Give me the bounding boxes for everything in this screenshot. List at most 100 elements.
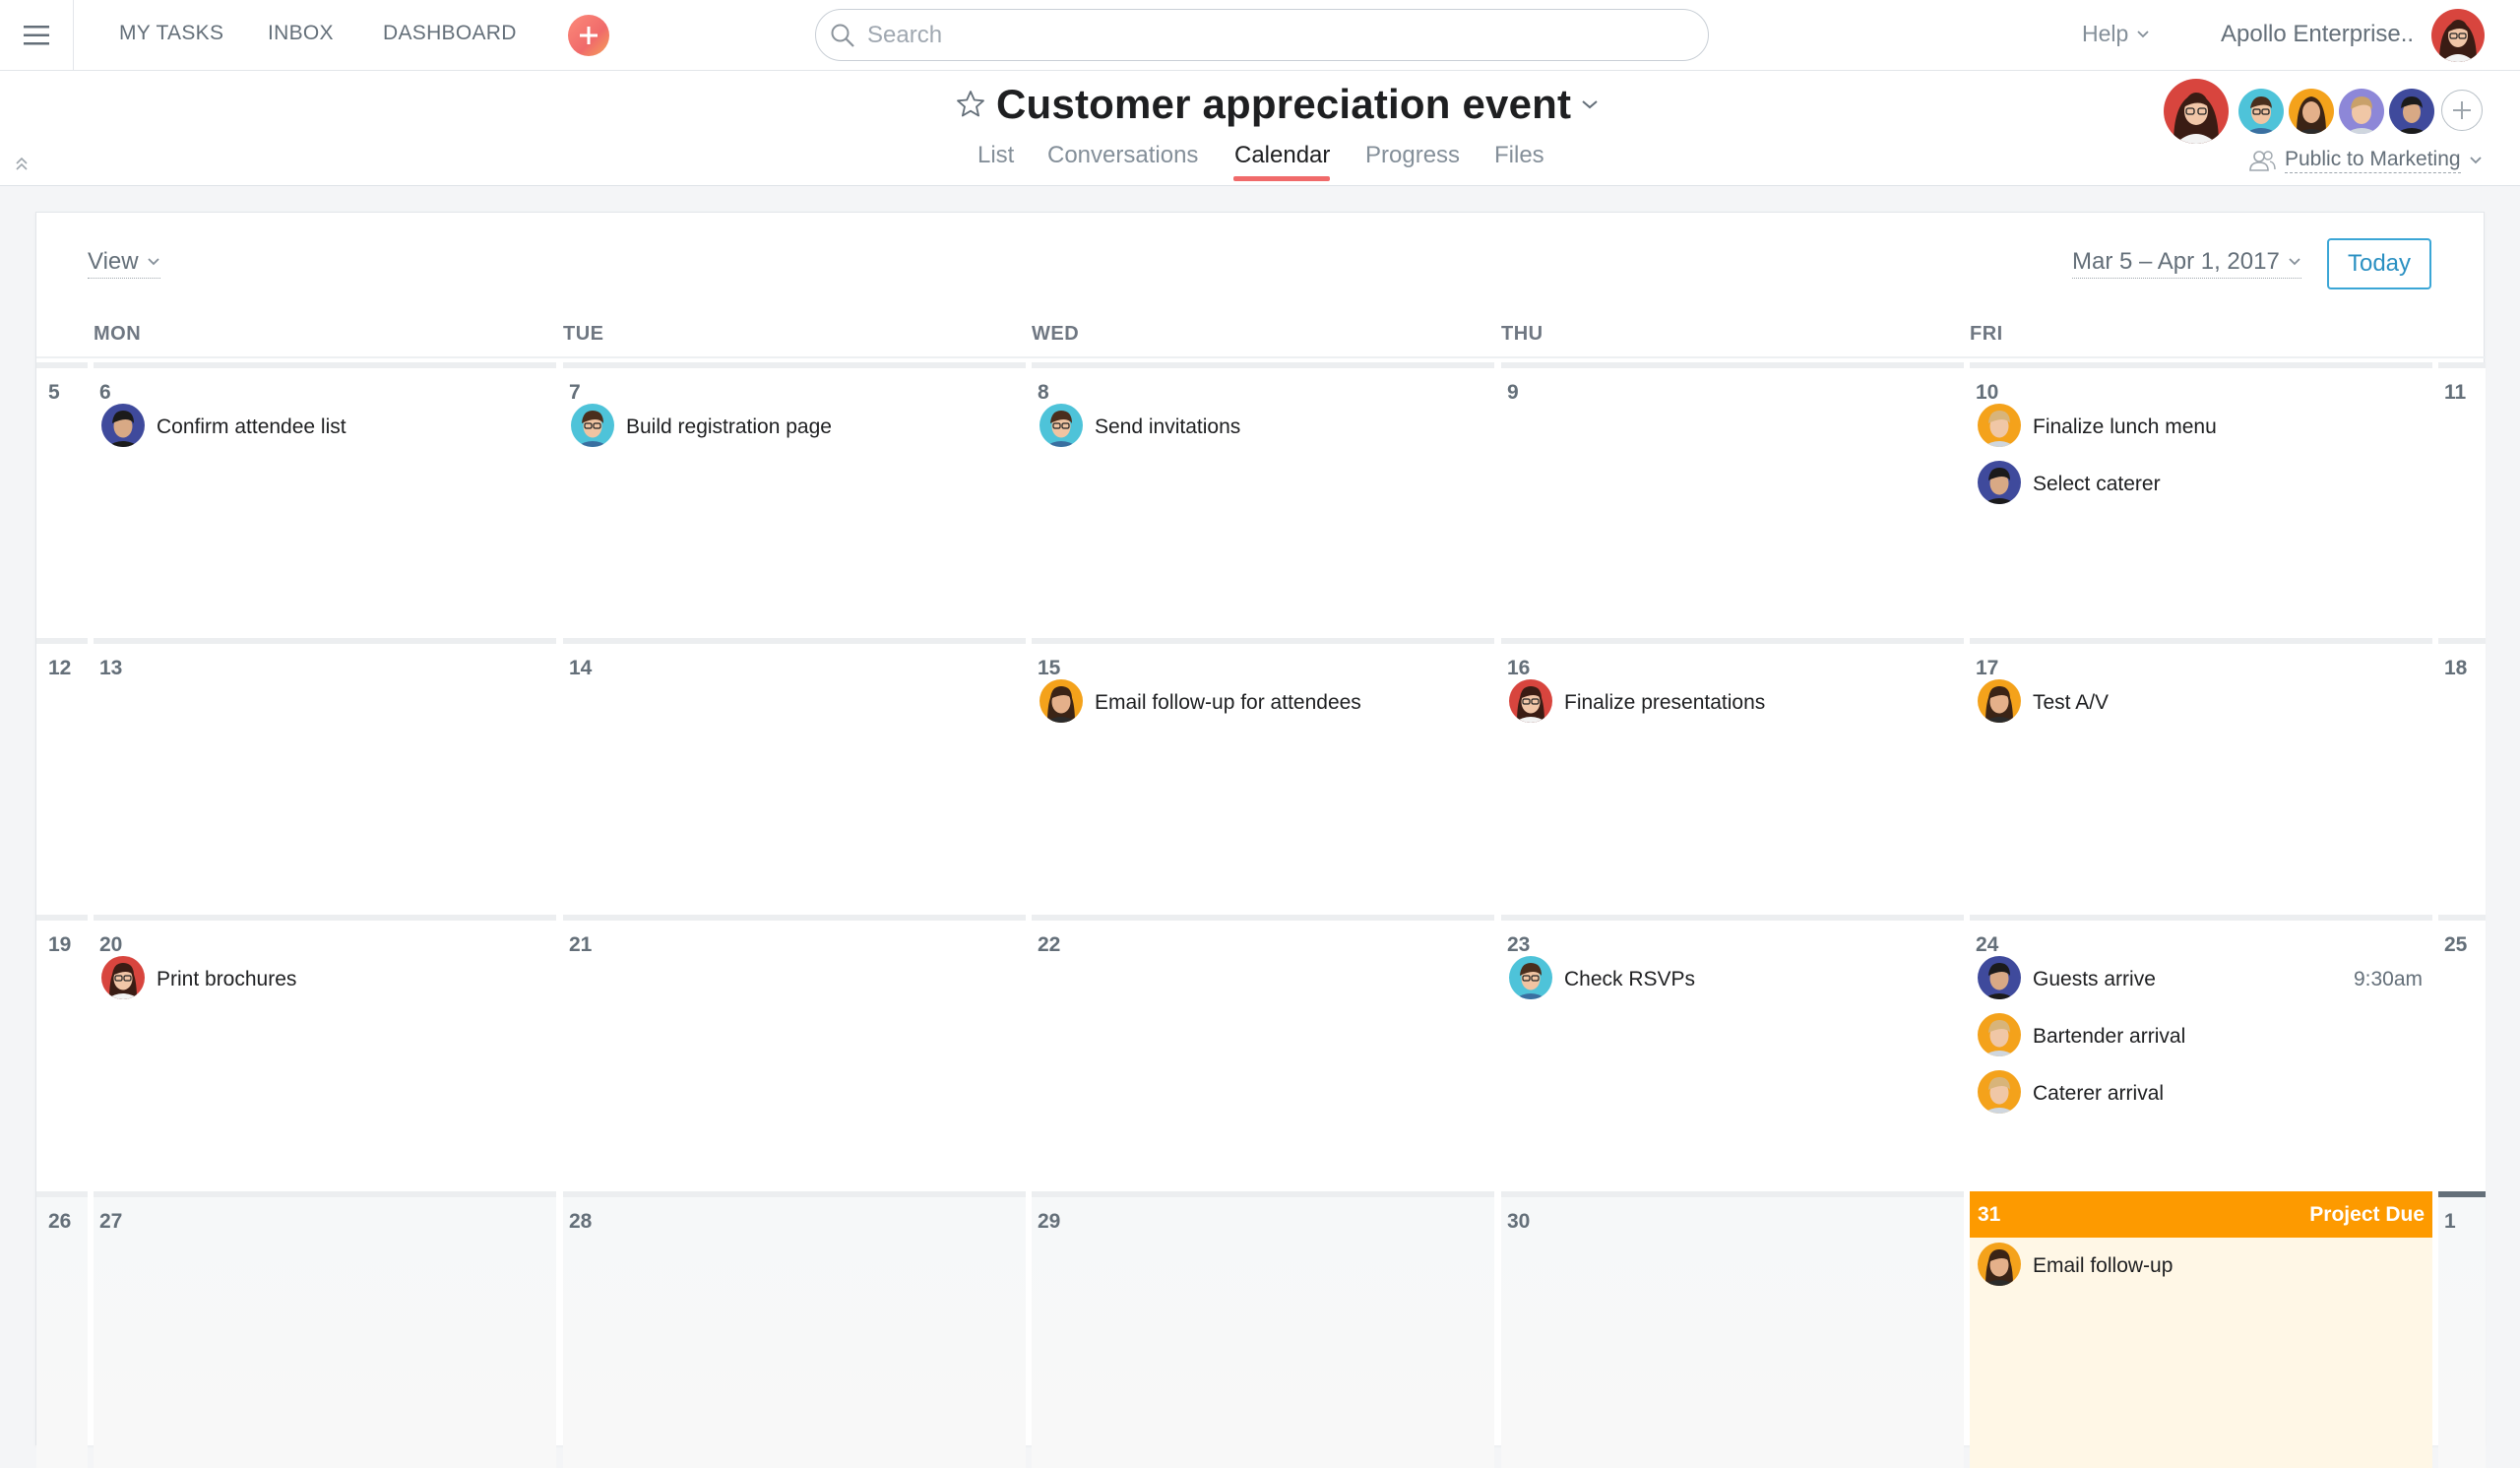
hamburger-icon[interactable] bbox=[0, 0, 74, 70]
calendar-day-cell[interactable]: 9 bbox=[1501, 362, 1964, 639]
calendar-day-cell[interactable]: 27 bbox=[94, 1191, 556, 1468]
calendar-day-cell[interactable]: 15 Email follow-up for attendees bbox=[1032, 638, 1494, 915]
chevron-down-icon[interactable] bbox=[1581, 98, 1599, 110]
calendar-task[interactable]: Guests arrive9:30am bbox=[1978, 957, 2421, 1002]
calendar-day-cell[interactable]: 13 bbox=[94, 638, 556, 915]
day-number: 5 bbox=[48, 381, 60, 405]
quick-add-button[interactable] bbox=[568, 15, 609, 56]
calendar-day-cell[interactable]: 20Print brochures bbox=[94, 915, 556, 1191]
calendar-task[interactable]: Finalize lunch menu bbox=[1978, 405, 2421, 450]
search-bar[interactable] bbox=[815, 9, 1709, 61]
member-avatar[interactable] bbox=[2238, 89, 2284, 134]
day-number: 12 bbox=[48, 657, 71, 680]
view-dropdown[interactable]: View bbox=[88, 248, 160, 279]
calendar-task[interactable]: Check RSVPs bbox=[1509, 957, 1952, 1002]
weekday-header: MON bbox=[94, 323, 141, 346]
calendar-task[interactable]: Confirm attendee list bbox=[101, 405, 544, 450]
calendar-task[interactable]: Email follow-up bbox=[1978, 1244, 2421, 1289]
privacy-setting[interactable]: Public to Marketing bbox=[2247, 148, 2483, 173]
nav-dashboard[interactable]: DASHBOARD bbox=[383, 22, 517, 45]
nav-inbox[interactable]: INBOX bbox=[268, 22, 334, 45]
calendar-task[interactable]: Send invitations bbox=[1040, 405, 1482, 450]
week-divider bbox=[36, 362, 88, 368]
task-name: Guests arrive bbox=[2033, 968, 2156, 991]
assignee-avatar bbox=[1509, 956, 1552, 1004]
day-number: 15 bbox=[1038, 657, 1060, 680]
calendar-day-cell[interactable]: 30 bbox=[1501, 1191, 1964, 1468]
assignee-avatar bbox=[571, 404, 614, 452]
week-divider bbox=[563, 362, 1026, 368]
calendar-day-cell[interactable]: 24Guests arrive9:30amBartender arrivalCa… bbox=[1970, 915, 2432, 1191]
assignee-avatar bbox=[1978, 679, 2021, 728]
assignee-avatar bbox=[1978, 1070, 2021, 1118]
tab-files[interactable]: Files bbox=[1494, 142, 1544, 185]
calendar-task[interactable]: Bartender arrival bbox=[1978, 1014, 2421, 1059]
calendar-day-cell[interactable]: 21 bbox=[563, 915, 1026, 1191]
calendar-task[interactable]: Caterer arrival bbox=[1978, 1071, 2421, 1117]
add-member-button[interactable] bbox=[2441, 90, 2483, 131]
calendar-day-cell[interactable]: 17Test A/V bbox=[1970, 638, 2432, 915]
help-menu[interactable]: Help bbox=[2082, 21, 2150, 47]
tab-conversations[interactable]: Conversations bbox=[1047, 142, 1198, 185]
date-range-dropdown[interactable]: Mar 5 – Apr 1, 2017 bbox=[2072, 248, 2301, 279]
calendar-day-cell[interactable]: 6Confirm attendee list bbox=[94, 362, 556, 639]
week-divider bbox=[1501, 915, 1964, 921]
member-avatar[interactable] bbox=[2389, 89, 2434, 134]
calendar-day-cell[interactable]: 8Send invitations bbox=[1032, 362, 1494, 639]
task-name: Email follow-up bbox=[2033, 1254, 2173, 1278]
privacy-label: Public to Marketing bbox=[2285, 148, 2461, 173]
task-name: Confirm attendee list bbox=[157, 415, 346, 439]
calendar-day-cell[interactable]: 25 bbox=[2438, 915, 2486, 1191]
calendar-day-cell[interactable]: 7Build registration page bbox=[563, 362, 1026, 639]
calendar-day-cell[interactable]: 22 bbox=[1032, 915, 1494, 1191]
calendar-task[interactable]: Build registration page bbox=[571, 405, 1014, 450]
plus-icon bbox=[579, 26, 598, 45]
calendar-task[interactable]: Test A/V bbox=[1978, 680, 2421, 726]
weekday-divider bbox=[36, 356, 2486, 358]
member-avatar[interactable] bbox=[2339, 89, 2384, 134]
task-name: Send invitations bbox=[1095, 415, 1240, 439]
member-avatar[interactable] bbox=[2289, 89, 2334, 134]
calendar-day-cell-due[interactable]: 31Project DueEmail follow-up bbox=[1970, 1191, 2432, 1468]
calendar-task[interactable]: Finalize presentations bbox=[1509, 680, 1952, 726]
calendar-day-cell[interactable]: 1 bbox=[2438, 1191, 2486, 1468]
user-avatar[interactable] bbox=[2431, 9, 2485, 62]
calendar-day-cell[interactable]: 23 Check RSVPs bbox=[1501, 915, 1964, 1191]
calendar-day-cell[interactable]: 11 bbox=[2438, 362, 2486, 639]
calendar-day-cell[interactable]: 29 bbox=[1032, 1191, 1494, 1468]
star-icon[interactable] bbox=[955, 89, 986, 120]
today-button[interactable]: Today bbox=[2327, 238, 2431, 289]
calendar-day-cell[interactable]: 10Finalize lunch menuSelect caterer bbox=[1970, 362, 2432, 639]
calendar-day-cell[interactable]: 18 bbox=[2438, 638, 2486, 915]
search-input[interactable] bbox=[867, 22, 1674, 49]
task-name: Caterer arrival bbox=[2033, 1082, 2164, 1106]
day-number: 23 bbox=[1507, 933, 1530, 957]
calendar-task[interactable]: Print brochures bbox=[101, 957, 544, 1002]
tab-list[interactable]: List bbox=[977, 142, 1014, 185]
organization-switcher[interactable]: Apollo Enterprise.. bbox=[2221, 21, 2414, 48]
task-name: Check RSVPs bbox=[1564, 968, 1695, 991]
member-avatar[interactable] bbox=[2164, 79, 2229, 144]
calendar-day-cell[interactable]: 19 bbox=[36, 915, 88, 1191]
task-name: Email follow-up for attendees bbox=[1095, 691, 1361, 715]
day-number: 16 bbox=[1507, 657, 1530, 680]
person-icon bbox=[2247, 149, 2277, 172]
nav-my-tasks[interactable]: MY TASKS bbox=[119, 22, 223, 45]
calendar-task[interactable]: Email follow-up for attendees bbox=[1040, 680, 1482, 726]
date-range-label: Mar 5 – Apr 1, 2017 bbox=[2072, 248, 2280, 276]
calendar-day-cell[interactable]: 12 bbox=[36, 638, 88, 915]
calendar-day-cell[interactable]: 14 bbox=[563, 638, 1026, 915]
month-divider bbox=[2438, 1191, 2486, 1197]
day-number: 30 bbox=[1507, 1210, 1530, 1234]
calendar-task[interactable]: Select caterer bbox=[1978, 462, 2421, 507]
collapse-icon[interactable] bbox=[14, 156, 30, 171]
calendar-day-cell[interactable]: 5 bbox=[36, 362, 88, 639]
assignee-avatar bbox=[1978, 1013, 2021, 1061]
calendar-day-cell[interactable]: 26 bbox=[36, 1191, 88, 1468]
day-number: 1 bbox=[2444, 1210, 2456, 1234]
calendar-day-cell[interactable]: 16Finalize presentations bbox=[1501, 638, 1964, 915]
weekday-header: FRI bbox=[1970, 323, 2003, 346]
tab-progress[interactable]: Progress bbox=[1365, 142, 1460, 185]
chevron-down-icon bbox=[2469, 156, 2483, 165]
calendar-day-cell[interactable]: 28 bbox=[563, 1191, 1026, 1468]
